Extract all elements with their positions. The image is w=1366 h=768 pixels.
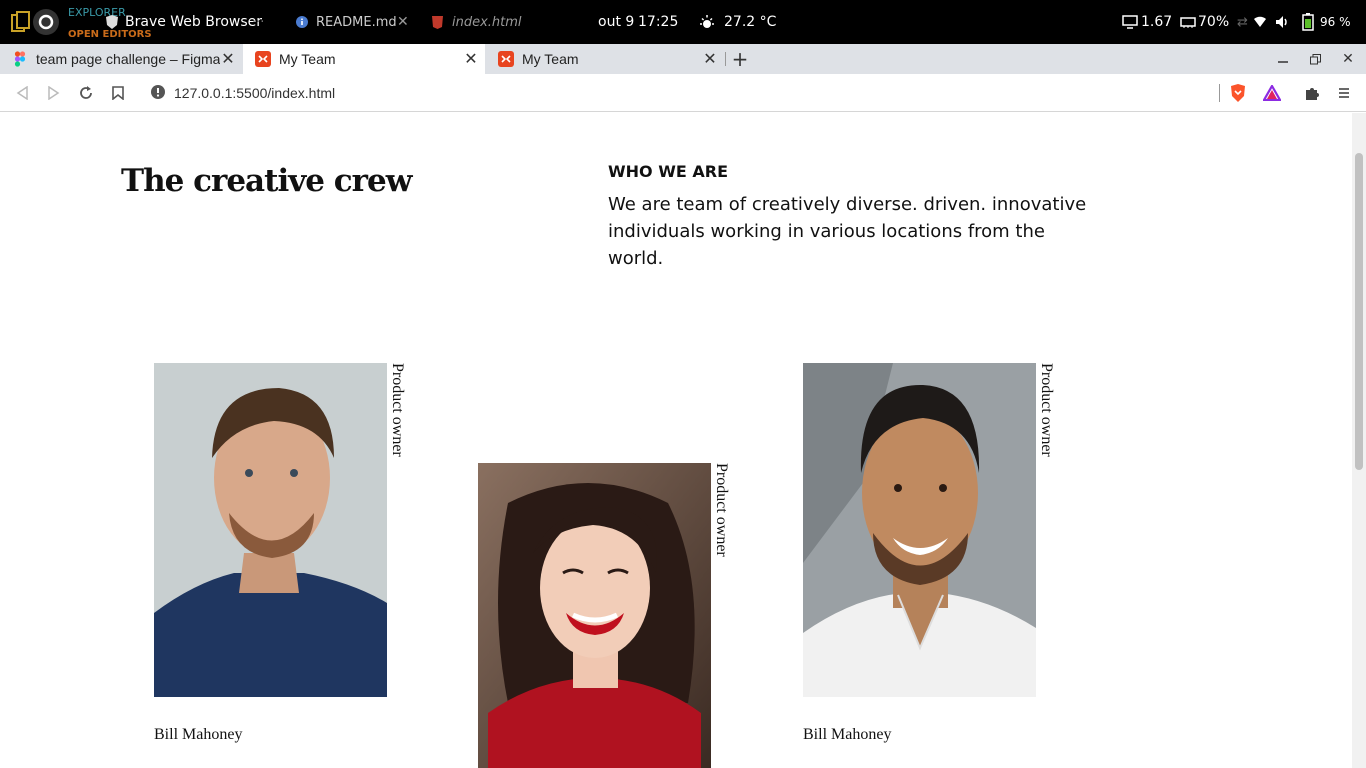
site-info-icon[interactable] (150, 84, 166, 103)
info-icon (296, 0, 308, 44)
editor-tab-close-icon[interactable]: ✕ (397, 0, 409, 44)
who-we-are-heading: WHO WE ARE (608, 162, 728, 181)
tab-close-icon[interactable]: ✕ (463, 49, 479, 69)
app-name[interactable]: Brave Web Browser (125, 0, 262, 44)
browser-tab-my-team-active[interactable]: My Team ✕ (243, 44, 485, 74)
close-window-icon[interactable]: ✕ (1332, 44, 1364, 74)
member-role: Product owner (713, 463, 730, 557)
member-role: Product owner (389, 363, 406, 457)
tab-label: My Team (279, 51, 336, 67)
battery-icon[interactable] (1302, 0, 1314, 44)
tab-label: My Team (522, 51, 579, 67)
brave-rewards-icon[interactable] (1256, 74, 1288, 112)
member-name: Bill Mahoney (154, 726, 243, 743)
url-text[interactable]: 127.0.0.1:5500/index.html (174, 85, 335, 101)
time-label[interactable]: 17:25 (638, 0, 678, 44)
toolbar-separator (1219, 84, 1220, 102)
html-icon (255, 51, 271, 67)
bookmark-icon[interactable] (102, 74, 134, 112)
team-member-photo (803, 363, 1036, 697)
restore-icon[interactable] (1299, 44, 1331, 74)
tab-close-icon[interactable]: ✕ (220, 49, 236, 69)
browser-tab-figma[interactable]: team page challenge – Figma ✕ (0, 44, 242, 74)
minimize-icon[interactable] (1267, 44, 1299, 74)
member-name: Bill Mahoney (803, 726, 892, 743)
scrollbar-thumb[interactable] (1355, 153, 1363, 470)
extensions-puzzle-icon[interactable] (1296, 74, 1328, 112)
page-content: The creative crew WHO WE ARE We are team… (0, 113, 1352, 768)
weather-icon (698, 0, 716, 44)
back-icon[interactable] (6, 74, 38, 112)
tab-label: team page challenge – Figma (36, 51, 220, 67)
brave-app-icon (104, 0, 120, 44)
who-we-are-text: We are team of creatively diverse. drive… (608, 194, 1087, 269)
memory-icon (1180, 0, 1196, 44)
html5-icon (432, 0, 443, 44)
os-top-bar: EXPLORER OPEN EDITORS Brave Web Browser … (0, 0, 1366, 44)
address-bar[interactable]: 127.0.0.1:5500/index.html (144, 78, 1218, 108)
editor-tab-index[interactable]: index.html (452, 0, 522, 44)
editor-tab-readme[interactable]: README.md (316, 0, 397, 44)
weather-temperature[interactable]: 27.2 °C (724, 0, 776, 44)
page-scrollbar[interactable] (1352, 113, 1366, 768)
member-role: Product owner (1038, 363, 1055, 457)
monitor-icon (1122, 0, 1138, 44)
memory-label: 70% (1198, 14, 1230, 30)
tab-close-icon[interactable]: ✕ (702, 49, 718, 69)
team-member-photo (478, 463, 711, 768)
sync-icon[interactable]: ⇄ (1237, 0, 1248, 44)
forward-icon[interactable] (38, 74, 70, 112)
browser-tab-my-team[interactable]: My Team ✕ (486, 44, 724, 74)
battery-label: 96 % (1320, 15, 1351, 29)
files-icon[interactable] (8, 0, 34, 44)
activities-circle-icon[interactable] (32, 0, 60, 44)
reload-icon[interactable] (70, 74, 102, 112)
new-tab-plus-icon[interactable]: + (724, 44, 756, 74)
team-member-photo (154, 363, 387, 697)
volume-icon[interactable] (1275, 0, 1291, 44)
figma-icon (12, 51, 28, 67)
wifi-icon[interactable] (1253, 0, 1267, 44)
page-title: The creative crew (121, 163, 412, 199)
app-menu-dots[interactable]: ··· (252, 0, 264, 44)
menu-hamburger-icon[interactable] (1328, 74, 1360, 112)
date-label[interactable]: out 9 (598, 0, 634, 44)
brave-shields-icon[interactable] (1222, 74, 1254, 112)
browser-toolbar: 127.0.0.1:5500/index.html (0, 74, 1366, 112)
cpu-load-label: 1.67 (1141, 14, 1173, 30)
html-icon (498, 51, 514, 67)
browser-tab-strip: team page challenge – Figma ✕ My Team ✕ … (0, 44, 1366, 74)
